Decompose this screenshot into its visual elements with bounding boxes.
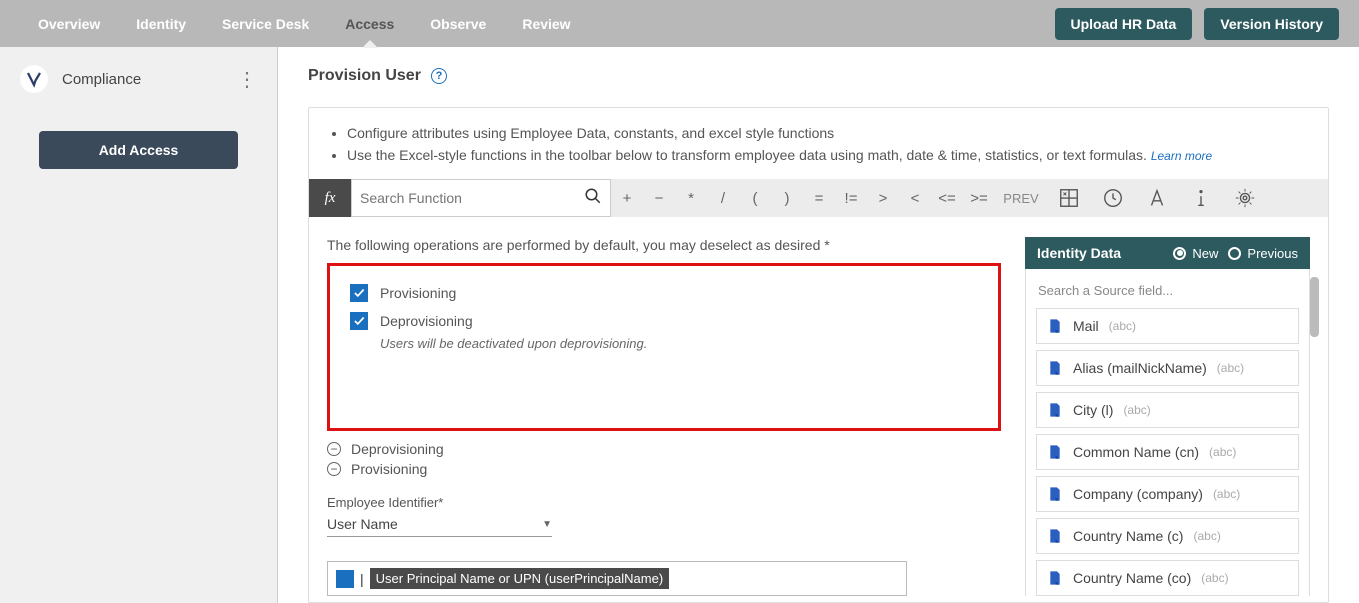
fx-op-minus[interactable]: −: [643, 179, 675, 217]
config-bullet-1: Configure attributes using Employee Data…: [347, 124, 1328, 144]
upload-hr-data-button[interactable]: Upload HR Data: [1055, 8, 1193, 40]
identity-new-radio[interactable]: [1173, 247, 1186, 260]
fx-op-rparen[interactable]: ): [771, 179, 803, 217]
fx-op-lte[interactable]: <=: [931, 179, 963, 217]
deprovisioning-label: Deprovisioning: [380, 313, 473, 329]
version-history-button[interactable]: Version History: [1204, 8, 1339, 40]
identity-field-city[interactable]: City (l) (abc): [1036, 392, 1299, 428]
nav-tabs: Overview Identity Service Desk Access Ob…: [20, 0, 589, 47]
sidebar-title: Compliance: [62, 71, 237, 88]
config-bullet-2: Use the Excel-style functions in the too…: [347, 146, 1328, 166]
config-panel: Configure attributes using Employee Data…: [308, 107, 1329, 603]
fx-op-lparen[interactable]: (: [739, 179, 771, 217]
deprovisioning-checkbox[interactable]: [350, 312, 368, 330]
section-label: Deprovisioning: [351, 441, 444, 457]
file-icon: [1047, 359, 1063, 377]
sidebar: Compliance ⋮ Add Access: [0, 47, 278, 603]
employee-id-value: User Name: [327, 516, 398, 532]
provisioning-label: Provisioning: [380, 285, 456, 301]
help-icon[interactable]: ?: [431, 68, 447, 84]
file-icon: [1047, 401, 1063, 419]
fx-op-lt[interactable]: <: [899, 179, 931, 217]
page-title: Provision User: [308, 67, 421, 85]
file-icon: [1047, 317, 1063, 335]
nav-tab-service-desk[interactable]: Service Desk: [204, 0, 327, 47]
fx-clock-icon[interactable]: [1091, 179, 1135, 217]
fx-op-gt[interactable]: >: [867, 179, 899, 217]
learn-more-link[interactable]: Learn more: [1151, 149, 1212, 163]
identity-previous-radio[interactable]: [1228, 247, 1241, 260]
deprovisioning-section-toggle[interactable]: − Deprovisioning: [327, 441, 1001, 457]
fx-op-multiply[interactable]: *: [675, 179, 707, 217]
provisioning-section-toggle[interactable]: − Provisioning: [327, 461, 1001, 477]
fx-search[interactable]: [351, 179, 611, 217]
fx-search-input[interactable]: [360, 190, 584, 206]
identity-field-country-co[interactable]: Country Name (co) (abc): [1036, 560, 1299, 596]
fx-text-icon[interactable]: [1135, 179, 1179, 217]
add-access-button[interactable]: Add Access: [39, 131, 239, 169]
fx-op-divide[interactable]: /: [707, 179, 739, 217]
fx-op-plus[interactable]: +: [611, 179, 643, 217]
fx-gear-icon[interactable]: [1223, 179, 1267, 217]
identity-field-mail[interactable]: Mail (abc): [1036, 308, 1299, 344]
identity-data-title: Identity Data: [1037, 245, 1163, 261]
identity-new-label: New: [1192, 246, 1218, 261]
fx-grid-icon[interactable]: [1047, 179, 1091, 217]
identity-previous-label: Previous: [1247, 246, 1298, 261]
nav-tab-overview[interactable]: Overview: [20, 0, 118, 47]
fx-info-icon[interactable]: [1179, 179, 1223, 217]
fx-op-gte[interactable]: >=: [963, 179, 995, 217]
kebab-menu-icon[interactable]: ⋮: [237, 67, 257, 92]
operations-box: Provisioning Deprovisioning Users will b…: [327, 263, 1001, 431]
fx-op-eq[interactable]: =: [803, 179, 835, 217]
identity-field-alias[interactable]: Alias (mailNickName) (abc): [1036, 350, 1299, 386]
upn-field[interactable]: | User Principal Name or UPN (userPrinci…: [327, 561, 907, 596]
fx-op-neq[interactable]: !=: [835, 179, 867, 217]
identity-field-cn[interactable]: Common Name (cn) (abc): [1036, 434, 1299, 470]
file-icon: [1047, 443, 1063, 461]
operations-label: The following operations are performed b…: [327, 237, 1001, 253]
chevron-down-icon: ▼: [542, 519, 552, 530]
nav-tab-observe[interactable]: Observe: [412, 0, 504, 47]
section-label: Provisioning: [351, 461, 427, 477]
nav-tab-identity[interactable]: Identity: [118, 0, 204, 47]
identity-field-company[interactable]: Company (company) (abc): [1036, 476, 1299, 512]
employee-id-select[interactable]: User Name ▼: [327, 512, 552, 537]
upn-separator: |: [360, 571, 364, 587]
fx-prev-button[interactable]: PREV: [995, 179, 1047, 217]
deprovisioning-note: Users will be deactivated upon deprovisi…: [380, 336, 978, 351]
collapse-icon: −: [327, 462, 341, 476]
identity-search-input[interactable]: Search a Source field...: [1036, 279, 1299, 308]
file-icon: [1047, 527, 1063, 545]
nav-tab-access[interactable]: Access: [327, 0, 412, 47]
identity-scrollbar[interactable]: [1310, 277, 1319, 337]
employee-id-label: Employee Identifier*: [327, 495, 1001, 510]
provisioning-checkbox[interactable]: [350, 284, 368, 302]
nav-actions: Upload HR Data Version History: [1055, 8, 1340, 40]
top-nav: Overview Identity Service Desk Access Ob…: [0, 0, 1359, 47]
content-area: Provision User ? Configure attributes us…: [278, 47, 1359, 603]
nav-tab-review[interactable]: Review: [504, 0, 588, 47]
app-logo-icon: [20, 65, 48, 93]
identity-fields-list: Search a Source field... Mail (abc) Alia…: [1025, 269, 1310, 596]
upn-text: User Principal Name or UPN (userPrincipa…: [370, 568, 670, 589]
collapse-icon: −: [327, 442, 341, 456]
identity-data-header: Identity Data New Previous: [1025, 237, 1310, 269]
file-icon: [1047, 485, 1063, 503]
fx-toolbar: fx + − * / ( ) = != > < <= >= PR: [309, 179, 1328, 217]
search-icon[interactable]: [584, 187, 602, 210]
file-icon: [1047, 569, 1063, 587]
fx-label-icon: fx: [309, 179, 351, 217]
identity-field-country-c[interactable]: Country Name (c) (abc): [1036, 518, 1299, 554]
